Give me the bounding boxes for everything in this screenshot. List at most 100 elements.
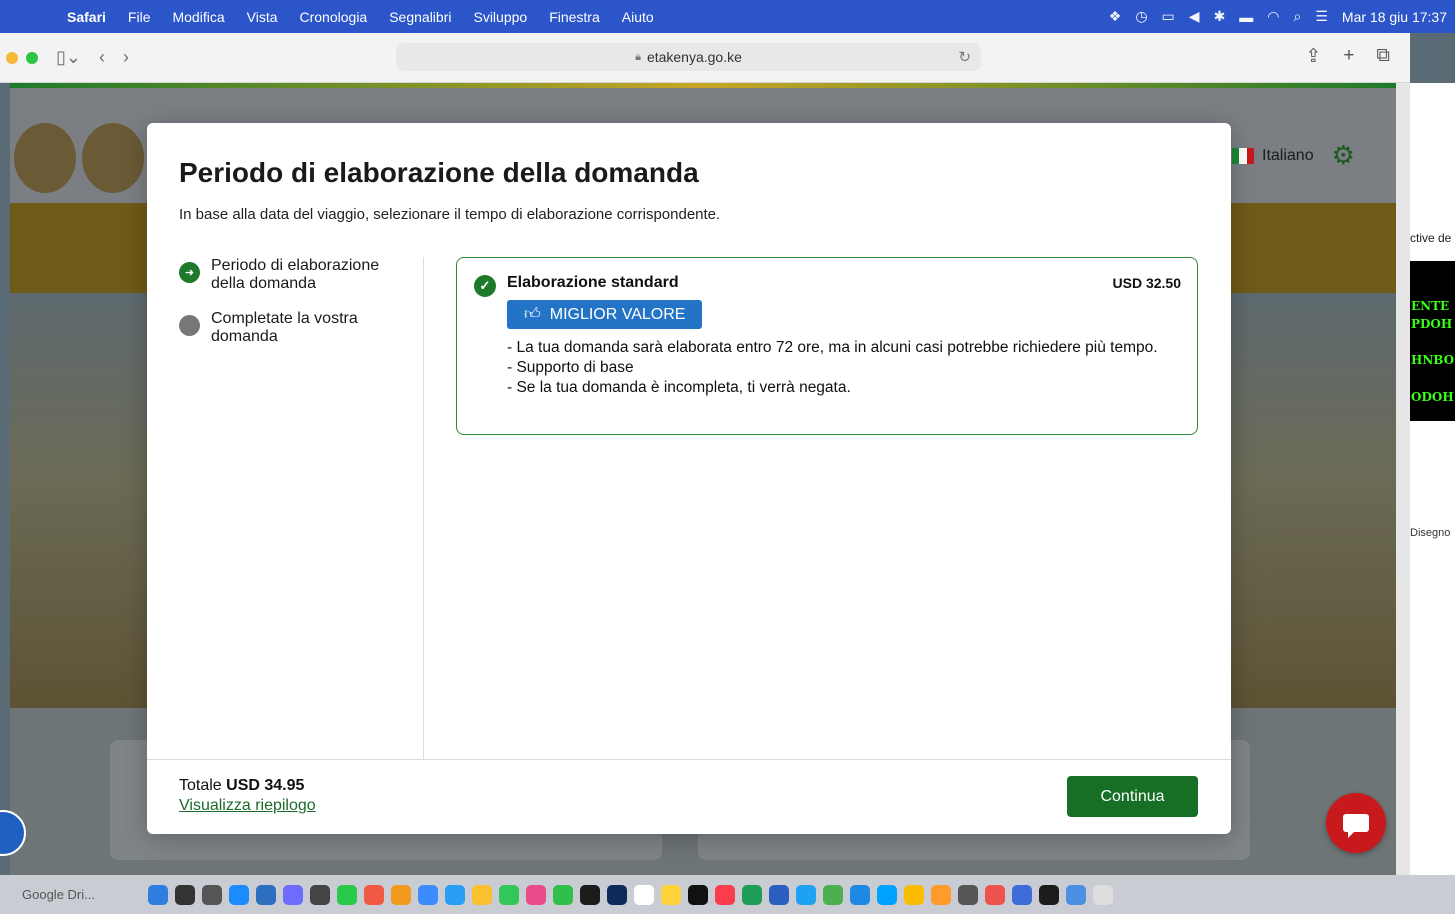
music-icon[interactable] — [715, 884, 735, 905]
address-bar[interactable]: 🔒︎ etakenya.go.ke ↻ — [396, 43, 981, 71]
zoom-icon[interactable] — [877, 884, 897, 905]
menu-file[interactable]: File — [117, 9, 162, 25]
step-item-processing-time[interactable]: ➜ Periodo di elaborazione della domanda — [179, 257, 409, 293]
airplay-icon[interactable]: ▭ — [1162, 8, 1175, 25]
chrome-icon[interactable] — [472, 884, 492, 905]
minimize-button[interactable] — [6, 51, 18, 64]
zoom-button[interactable] — [26, 51, 38, 64]
terminal-line: HNBO — [1411, 353, 1455, 367]
bluetooth-icon[interactable]: ✱ — [1214, 8, 1226, 25]
facetime-icon[interactable] — [553, 884, 573, 905]
macos-menubar: Safari File Modifica Vista Cronologia Se… — [0, 0, 1455, 33]
description-line: - La tua domanda sarà elaborata entro 72… — [507, 339, 1158, 356]
continue-button[interactable]: Continua — [1067, 776, 1198, 817]
app-icon[interactable] — [931, 884, 951, 905]
menu-safari[interactable]: Safari — [56, 9, 117, 25]
step-label: Completate la vostra domanda — [211, 310, 358, 345]
forward-icon[interactable]: › — [123, 47, 129, 68]
app-icon[interactable] — [661, 884, 681, 905]
menu-modifica[interactable]: Modifica — [161, 9, 235, 25]
messages-icon[interactable] — [499, 884, 519, 905]
calendar-icon[interactable] — [364, 884, 384, 905]
adjacent-text: ctive de — [1410, 231, 1452, 245]
app-icon[interactable] — [310, 884, 330, 905]
gear-icon[interactable]: ⚙ — [1332, 140, 1355, 171]
mail-icon[interactable] — [418, 884, 438, 905]
app-icon[interactable] — [742, 884, 762, 905]
description-line: - Se la tua domanda è incompleta, ti ver… — [507, 379, 851, 396]
downloads-folder-icon[interactable] — [1066, 884, 1086, 905]
timemachine-icon[interactable]: ◷ — [1135, 8, 1147, 25]
back-icon[interactable]: ‹ — [99, 47, 105, 68]
chat-bubble-icon — [1343, 814, 1369, 838]
chat-button[interactable] — [1326, 793, 1386, 853]
window-controls — [6, 51, 38, 64]
appstore-icon[interactable] — [229, 884, 249, 905]
photos-icon[interactable] — [526, 884, 546, 905]
dock-google-drive-item[interactable]: Google Dri... — [22, 887, 142, 902]
draw-label[interactable]: Disegno — [1410, 527, 1450, 539]
divider-vertical — [423, 257, 424, 759]
step-item-complete-application[interactable]: Completate la vostra domanda — [179, 310, 409, 346]
app-icon[interactable] — [391, 884, 411, 905]
app-icon[interactable] — [850, 884, 870, 905]
tabs-overview-icon[interactable]: ⧉ — [1376, 45, 1390, 68]
terminal-line: PDOH — [1411, 317, 1453, 331]
kenya-coat-of-arms-icon — [14, 123, 76, 193]
safari-toolbar: ▯⌄ ‹ › 🔒︎ etakenya.go.ke ↻ ⇪ + ⧉ — [0, 33, 1410, 83]
preview-icon[interactable] — [985, 884, 1005, 905]
status-area: ❖ ◷ ▭ ◀ ✱ ▬ ◠ ⌕ ☰ Mar 18 giu 17:37 — [1109, 8, 1455, 25]
whatsapp-icon[interactable] — [823, 884, 843, 905]
photoshop-icon[interactable] — [607, 884, 627, 905]
app-icon[interactable] — [580, 884, 600, 905]
share-icon[interactable]: ⇪ — [1305, 45, 1321, 68]
menubar-menu: Safari File Modifica Vista Cronologia Se… — [56, 9, 665, 25]
word-icon[interactable] — [769, 884, 789, 905]
total-price: Totale USD 34.95 — [179, 777, 304, 795]
immigration-emblem-icon — [82, 123, 144, 193]
menu-aiuto[interactable]: Aiuto — [611, 9, 665, 25]
app-icon[interactable] — [796, 884, 816, 905]
thumbs-up-icon: 👍︎ — [524, 306, 541, 323]
reload-icon[interactable]: ↻ — [958, 48, 971, 66]
settings-icon[interactable] — [202, 884, 222, 905]
search-icon[interactable]: ⌕ — [1294, 8, 1302, 25]
badge-label: MIGLIOR VALORE — [549, 305, 686, 323]
app-icon[interactable] — [283, 884, 303, 905]
sidebar-toggle-icon[interactable]: ▯⌄ — [56, 47, 81, 68]
best-value-badge: 👍︎ MIGLIOR VALORE — [507, 300, 703, 329]
scrollbar[interactable] — [1396, 83, 1410, 875]
menubar-clock[interactable]: Mar 18 giu 17:37 — [1342, 9, 1447, 25]
option-standard-processing[interactable]: ✓ Elaborazione standard USD 32.50 👍︎ MIG… — [456, 257, 1198, 435]
amazon-icon[interactable] — [634, 884, 654, 905]
divider-horizontal — [147, 759, 1231, 760]
launchpad-icon[interactable] — [175, 884, 195, 905]
google-drive-icon[interactable] — [904, 884, 924, 905]
safari-icon[interactable] — [445, 884, 465, 905]
app-icon[interactable] — [1012, 884, 1032, 905]
menu-vista[interactable]: Vista — [236, 9, 289, 25]
check-circle-icon: ✓ — [474, 275, 496, 297]
dropbox-icon[interactable]: ❖ — [1109, 8, 1122, 25]
app-icon[interactable] — [256, 884, 276, 905]
language-selector[interactable]: Italiano ⚙ — [1232, 140, 1355, 171]
description-line: - Supporto di base — [507, 359, 634, 376]
finder-icon[interactable] — [148, 884, 168, 905]
menu-cronologia[interactable]: Cronologia — [289, 9, 379, 25]
volume-icon[interactable]: ◀ — [1189, 8, 1200, 25]
app-icon[interactable] — [1039, 884, 1059, 905]
battery-icon[interactable]: ▬ — [1239, 9, 1253, 25]
wifi-icon[interactable]: ◠ — [1267, 8, 1279, 25]
view-summary-link[interactable]: Visualizza riepilogo — [179, 797, 316, 815]
new-tab-icon[interactable]: + — [1343, 45, 1354, 68]
appletv-icon[interactable] — [688, 884, 708, 905]
menu-sviluppo[interactable]: Sviluppo — [462, 9, 538, 25]
app-icon[interactable] — [958, 884, 978, 905]
control-center-icon[interactable]: ☰ — [1315, 8, 1328, 25]
app-icon[interactable] — [337, 884, 357, 905]
menu-finestra[interactable]: Finestra — [538, 9, 611, 25]
toolbar-right: ⇪ + ⧉ — [1305, 45, 1390, 68]
lock-icon: 🔒︎ — [635, 50, 641, 63]
trash-icon[interactable] — [1093, 884, 1113, 905]
menu-segnalibri[interactable]: Segnalibri — [378, 9, 462, 25]
